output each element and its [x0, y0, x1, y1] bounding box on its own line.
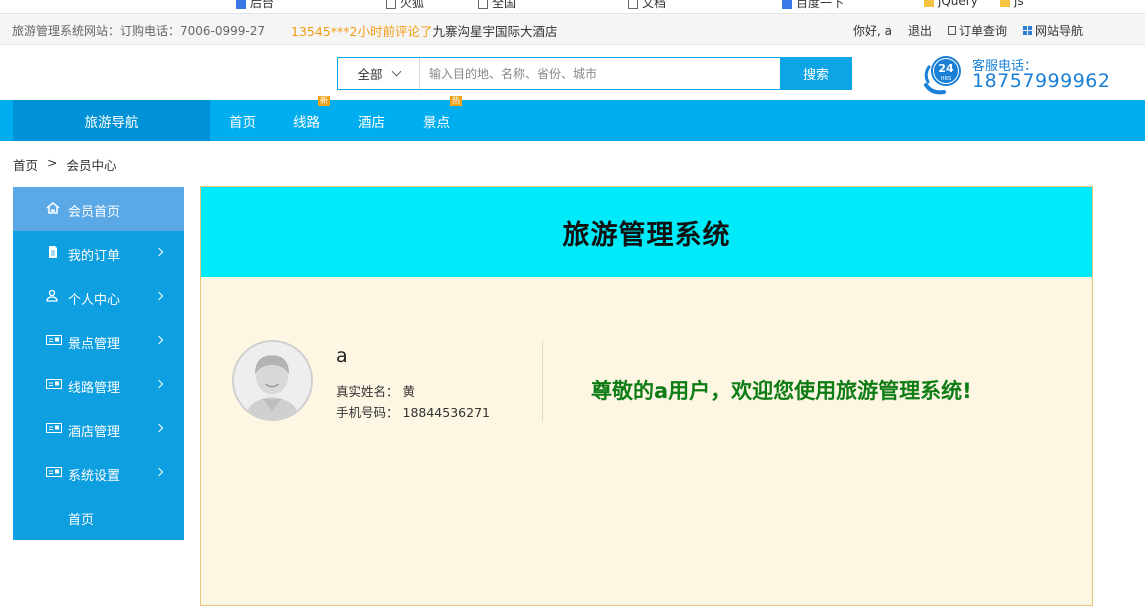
folder-icon — [1000, 0, 1010, 7]
breadcrumb-separator: > — [47, 155, 58, 170]
chevron-right-icon — [154, 379, 164, 389]
search-category-label: 全部 — [357, 67, 383, 82]
panel-header: 旅游管理系统 — [201, 187, 1092, 277]
chevron-right-icon — [154, 291, 164, 301]
card-icon — [46, 379, 62, 389]
username: a — [336, 345, 348, 367]
logout-link[interactable]: 退出 — [908, 22, 932, 39]
breadcrumb-home[interactable]: 首页 — [13, 155, 38, 174]
default-avatar-image — [234, 342, 311, 419]
review-ticker[interactable]: 13545***2小时前评论了九寨沟星宇国际大酒店 — [291, 21, 557, 40]
welcome-message: 尊敬的a用户，欢迎您使用旅游管理系统! — [591, 379, 972, 403]
hotline-number: 18757999962 — [972, 70, 1111, 92]
svg-text:24: 24 — [938, 62, 954, 75]
nav-item-home[interactable]: 首页 — [229, 100, 256, 141]
realname-label: 真实姓名： — [336, 384, 399, 399]
document-icon — [947, 26, 956, 35]
user-links: 你好, a 退出 订单查询 网站导航 — [853, 22, 1083, 39]
nav-item-routes[interactable]: 线路新 — [293, 96, 330, 141]
travel-guide-menu[interactable]: 旅游导航 — [13, 100, 210, 141]
bookmark-icon — [782, 0, 792, 9]
sidebar-item-member-home[interactable]: 会员首页 — [13, 187, 184, 231]
chevron-right-icon — [154, 423, 164, 433]
bookmark-icon — [628, 0, 638, 9]
member-sidebar: 会员首页 我的订单 个人中心 景点管理 线路管理 酒店管理 系统设置 首页 — [13, 187, 184, 540]
card-icon — [46, 423, 62, 433]
customer-service-hotline: 24 HRS 客服电话： 18757999962 — [920, 52, 1120, 96]
bookmark-item[interactable]: 文档 — [628, 0, 666, 11]
phone-row: 手机号码： 18844536271 — [336, 402, 490, 421]
bookmark-icon — [478, 0, 488, 9]
sidebar-item-route-management[interactable]: 线路管理 — [13, 363, 184, 407]
new-badge: 新 — [318, 96, 330, 106]
bookmark-item[interactable]: jQuery — [924, 0, 978, 8]
chevron-right-icon — [154, 467, 164, 477]
greeting-text: 你好, a — [852, 24, 892, 38]
search-box: 全部 搜索 — [337, 57, 852, 90]
nav-item-hotels[interactable]: 酒店 — [358, 100, 385, 141]
sidebar-item-hotel-management[interactable]: 酒店管理 — [13, 407, 184, 451]
chevron-down-icon — [391, 66, 401, 77]
sidebar-item-system-settings[interactable]: 系统设置 — [13, 451, 184, 495]
breadcrumb: 首页 > 会员中心 — [13, 155, 117, 174]
bookmark-icon — [386, 0, 396, 9]
search-category-select[interactable]: 全部 — [338, 58, 420, 89]
breadcrumb-current: 会员中心 — [66, 158, 117, 173]
ticker-highlight: 13545***2小时前评论了 — [291, 24, 433, 39]
bookmark-item[interactable]: js — [1000, 0, 1024, 8]
grid-icon — [1022, 26, 1032, 35]
svg-text:HRS: HRS — [941, 76, 951, 82]
site-info-text: 旅游管理系统网站：订购电话：7006-0999-27 — [12, 24, 266, 38]
ticker-hotel-name[interactable]: 九寨沟星宇国际大酒店 — [432, 24, 557, 39]
member-home-panel: 旅游管理系统 a 真实姓名： 黄 手机号码： 18844536271 尊敬的a用… — [200, 186, 1093, 606]
realname-row: 真实姓名： 黄 — [336, 381, 415, 400]
user-icon — [46, 290, 58, 302]
search-button[interactable]: 搜索 — [780, 57, 852, 90]
sidebar-item-attraction-management[interactable]: 景点管理 — [13, 319, 184, 363]
page-title: 旅游管理系统 — [562, 219, 731, 251]
order-query-link[interactable]: 订单查询 — [947, 22, 1007, 39]
phone-label: 手机号码： — [336, 405, 399, 420]
phone-24h-icon: 24 HRS — [924, 56, 961, 95]
card-icon — [46, 335, 62, 345]
chevron-right-icon — [154, 335, 164, 345]
avatar — [232, 340, 313, 421]
sidebar-item-home[interactable]: 首页 — [13, 495, 184, 539]
main-nav: 旅游导航 首页 线路新 酒店 景点热 — [0, 96, 1145, 141]
hot-badge: 热 — [450, 96, 462, 106]
bookmarks-bar: 后台 火狐 全国 文档 百度一下 jQuery js — [0, 0, 1145, 14]
bookmark-icon — [236, 0, 246, 9]
top-info-bar: 旅游管理系统网站：订购电话：7006-0999-27 13545***2小时前评… — [0, 14, 1145, 45]
search-row: 全部 搜索 24 HRS 客服电话： 18757999962 — [0, 46, 1145, 100]
realname-value: 黄 — [402, 384, 416, 399]
sidebar-item-my-orders[interactable]: 我的订单 — [13, 231, 184, 275]
divider — [542, 340, 543, 422]
bookmark-item[interactable]: 全国 — [478, 0, 516, 11]
document-icon — [49, 246, 57, 258]
search-input[interactable] — [420, 58, 780, 89]
chevron-right-icon — [154, 247, 164, 257]
home-icon — [46, 202, 60, 214]
bookmark-item[interactable]: 后台 — [236, 0, 274, 11]
bookmark-item[interactable]: 百度一下 — [782, 0, 844, 11]
phone-value: 18844536271 — [402, 405, 490, 420]
bookmark-item[interactable]: 火狐 — [386, 0, 424, 11]
folder-icon — [924, 0, 934, 7]
nav-item-attractions[interactable]: 景点热 — [423, 96, 462, 141]
sidebar-item-personal-center[interactable]: 个人中心 — [13, 275, 184, 319]
card-icon — [46, 467, 62, 477]
site-nav-link[interactable]: 网站导航 — [1022, 22, 1083, 39]
